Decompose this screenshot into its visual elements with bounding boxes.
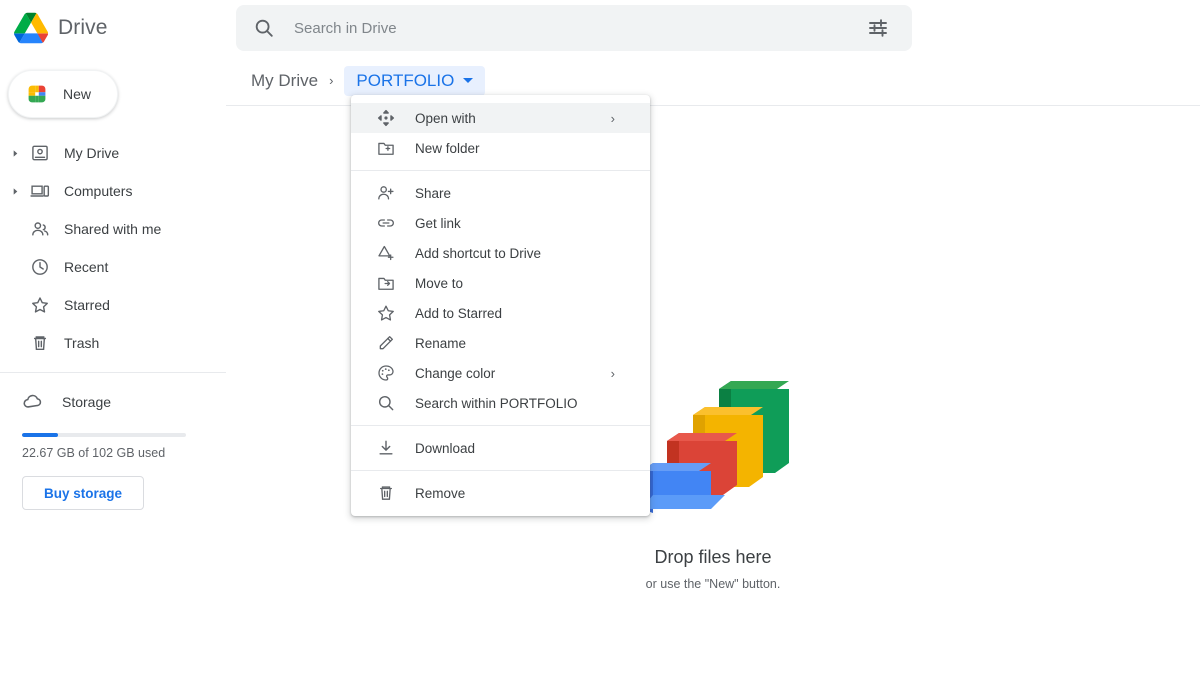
- sidebar-item-recent[interactable]: Recent: [0, 248, 226, 286]
- search-input[interactable]: [294, 19, 866, 37]
- storage-meter-fill: [22, 433, 59, 437]
- menu-item-label: Remove: [415, 485, 466, 501]
- menu-item-add-to-starred[interactable]: Add to Starred: [351, 298, 650, 328]
- empty-state-title: Drop files here: [654, 547, 772, 567]
- sidebar-item-label: Starred: [64, 297, 110, 313]
- trash-icon: [380, 486, 392, 500]
- menu-item-change-color[interactable]: Change color ›: [351, 358, 650, 388]
- breadcrumb-separator-icon: ›: [329, 73, 334, 88]
- sidebar-item-label: Shared with me: [64, 221, 162, 237]
- chevron-down-icon[interactable]: [463, 78, 474, 83]
- new-button-label: New: [63, 86, 92, 102]
- breadcrumb-current-label: PORTFOLIO: [356, 70, 455, 90]
- brand[interactable]: Drive: [0, 11, 236, 45]
- menu-item-label: Download: [415, 440, 476, 456]
- trash-icon: [33, 336, 47, 351]
- drive-logo-icon: [14, 12, 48, 44]
- star-icon: [32, 297, 48, 313]
- brand-name: Drive: [58, 16, 108, 39]
- shared-with-me-icon: [32, 222, 49, 236]
- menu-item-get-link[interactable]: Get link: [351, 208, 650, 238]
- top-bar: Drive: [0, 0, 1200, 56]
- link-icon: [378, 219, 394, 227]
- star-icon: [378, 305, 394, 321]
- sidebar-item-computers[interactable]: Computers: [0, 172, 226, 210]
- menu-item-rename[interactable]: Rename: [351, 328, 650, 358]
- sidebar-item-label: Recent: [64, 259, 109, 275]
- menu-divider: [351, 170, 650, 171]
- menu-item-new-folder[interactable]: New folder: [351, 133, 650, 163]
- sidebar-item-starred[interactable]: Starred: [0, 286, 226, 324]
- sidebar-item-label: Trash: [64, 335, 100, 351]
- menu-item-label: Move to: [415, 275, 464, 291]
- menu-divider: [351, 425, 650, 426]
- clock-icon: [32, 259, 48, 275]
- menu-item-download[interactable]: Download: [351, 433, 650, 463]
- download-icon: [379, 440, 393, 455]
- menu-item-label: New folder: [415, 140, 480, 156]
- menu-item-label: Rename: [415, 335, 467, 351]
- menu-item-label: Change color: [415, 365, 496, 381]
- move-to-folder-icon: [378, 277, 394, 290]
- new-folder-icon: [378, 142, 394, 155]
- sidebar-nav: My Drive Computers Shared with me Recent…: [0, 134, 226, 362]
- cloud-icon: [23, 394, 42, 408]
- menu-divider: [351, 470, 650, 471]
- sidebar-item-trash[interactable]: Trash: [0, 324, 226, 362]
- chevron-right-icon[interactable]: [8, 184, 22, 198]
- sidebar-item-my-drive[interactable]: My Drive: [0, 134, 226, 172]
- google-drive-window: Drive New: [0, 0, 1200, 677]
- submenu-arrow-icon: ›: [610, 110, 615, 126]
- person-add-icon: [378, 186, 394, 200]
- menu-item-label: Get link: [415, 215, 461, 231]
- folder-context-menu: Open with › New folder Share Get link Ad…: [351, 95, 650, 516]
- plus-icon: [28, 85, 46, 103]
- menu-item-search-within-folder[interactable]: Search within PORTFOLIO: [351, 388, 650, 418]
- storage-meter: [22, 433, 186, 437]
- breadcrumb-current-folder[interactable]: PORTFOLIO: [344, 65, 486, 96]
- add-shortcut-icon: [378, 245, 394, 261]
- menu-item-label: Open with: [415, 110, 476, 126]
- menu-item-share[interactable]: Share: [351, 178, 650, 208]
- empty-state-subtitle: or use the "New" button.: [645, 577, 781, 591]
- breadcrumb-root[interactable]: My Drive: [251, 71, 318, 91]
- buy-storage-button[interactable]: Buy storage: [22, 476, 144, 510]
- pencil-icon: [379, 336, 393, 350]
- my-drive-icon: [32, 145, 48, 161]
- menu-item-move-to[interactable]: Move to: [351, 268, 650, 298]
- storage-used-text: 22.67 GB of 102 GB used: [22, 446, 166, 460]
- search-icon: [255, 19, 273, 37]
- tune-filter-icon[interactable]: [866, 16, 890, 40]
- new-button[interactable]: New: [8, 70, 118, 118]
- menu-item-open-with[interactable]: Open with ›: [351, 103, 650, 133]
- menu-item-remove[interactable]: Remove: [351, 478, 650, 508]
- submenu-arrow-icon: ›: [610, 365, 615, 381]
- sidebar-divider: [0, 372, 226, 373]
- sidebar-item-label: My Drive: [64, 145, 120, 161]
- storage-label: Storage: [62, 394, 112, 410]
- menu-item-label: Add to Starred: [415, 305, 503, 321]
- sidebar-item-storage[interactable]: Storage: [0, 383, 226, 421]
- menu-item-label: Share: [415, 185, 452, 201]
- search-icon: [378, 395, 394, 411]
- palette-icon: [378, 365, 394, 381]
- computers-icon: [30, 185, 50, 197]
- menu-item-label: Add shortcut to Drive: [415, 245, 542, 261]
- move-arrows-icon: [377, 109, 395, 127]
- chevron-right-icon[interactable]: [8, 146, 22, 160]
- search-bar[interactable]: [236, 5, 912, 51]
- menu-item-label: Search within PORTFOLIO: [415, 395, 578, 411]
- sidebar-item-label: Computers: [64, 183, 133, 199]
- sidebar-item-shared-with-me[interactable]: Shared with me: [0, 210, 226, 248]
- menu-item-add-shortcut-to-drive[interactable]: Add shortcut to Drive: [351, 238, 650, 268]
- sidebar: New My Drive Computers Shared with me Re…: [0, 56, 226, 677]
